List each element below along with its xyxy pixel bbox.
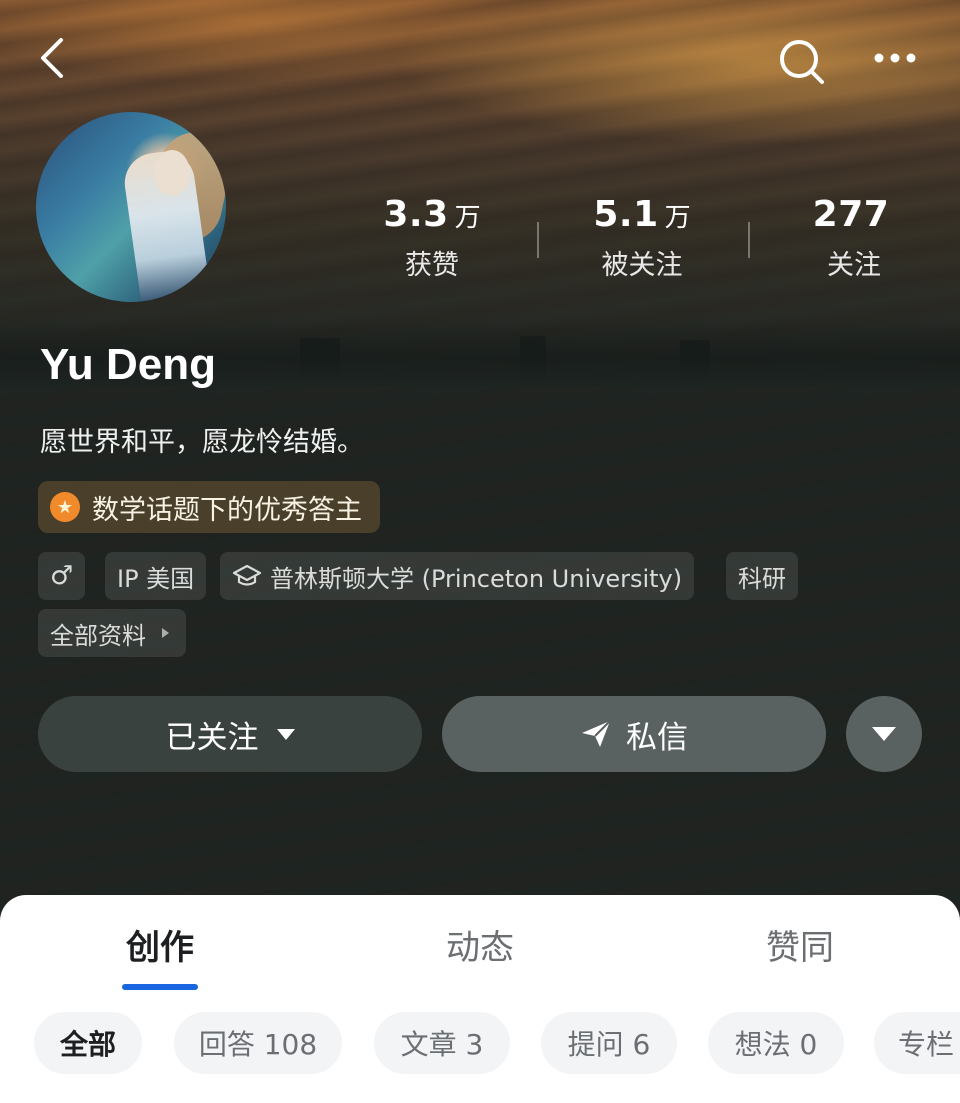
stat-label: 被关注 [601, 250, 683, 281]
stat-label: 获赞 [405, 250, 459, 281]
ip-location-label: IP 美国 [117, 564, 195, 593]
active-tab-indicator [122, 984, 198, 990]
caret-right-icon [162, 628, 169, 638]
graduation-cap-icon [232, 564, 262, 586]
more-actions-button[interactable] [846, 696, 922, 772]
field-chip: 科研 [726, 552, 798, 600]
all-info-link[interactable]: 全部资料 [38, 609, 186, 657]
all-info-label: 全部资料 [50, 621, 146, 650]
profile-bio: 愿世界和平，愿龙怜结婚。 [40, 427, 364, 458]
avatar[interactable] [36, 112, 226, 302]
medal-icon: ★ [50, 492, 80, 522]
filter-all[interactable]: 全部 [34, 1012, 142, 1074]
stat-value: 5.1 [593, 194, 659, 235]
tab-creations[interactable]: 创作 [60, 920, 260, 969]
expert-badge[interactable]: ★ 数学话题下的优秀答主 [38, 481, 380, 533]
stat-followers[interactable]: 5.1 万 被关注 [542, 194, 742, 282]
stat-likes[interactable]: 3.3 万 获赞 [332, 194, 532, 282]
chevron-down-icon [276, 728, 295, 740]
tab-upvotes[interactable]: 赞同 [700, 920, 900, 969]
stat-unit: 万 [454, 203, 481, 233]
school-chip[interactable]: 普林斯顿大学 (Princeton University) [220, 552, 695, 600]
filter-answers[interactable]: 回答 108 [174, 1012, 342, 1074]
stat-value: 277 [812, 194, 890, 235]
stat-unit: 万 [664, 203, 691, 233]
filter-columns[interactable]: 专栏 [874, 1012, 960, 1074]
divider [748, 222, 750, 258]
send-icon [582, 720, 611, 747]
stat-label: 关注 [827, 250, 881, 281]
divider [537, 222, 539, 258]
filter-questions[interactable]: 提问 6 [541, 1012, 677, 1074]
filter-articles[interactable]: 文章 3 [374, 1012, 510, 1074]
filter-thoughts[interactable]: 想法 0 [708, 1012, 844, 1074]
badge-label: 数学话题下的优秀答主 [92, 494, 362, 526]
more-icon[interactable] [868, 36, 922, 80]
message-label: 私信 [626, 719, 688, 756]
message-button[interactable]: 私信 [442, 696, 826, 772]
following-label: 已关注 [165, 719, 259, 756]
search-icon[interactable] [774, 34, 828, 88]
stat-value: 3.3 [383, 194, 449, 235]
profile-name: Yu Deng [40, 340, 217, 389]
school-label: 普林斯顿大学 (Princeton University) [270, 564, 683, 593]
tab-activity[interactable]: 动态 [380, 920, 580, 969]
gender-chip: ♂ [38, 552, 86, 600]
ip-location-chip: IP 美国 [105, 552, 207, 600]
following-button[interactable]: 已关注 [38, 696, 422, 772]
stat-following[interactable]: 277 关注 [754, 194, 954, 282]
male-icon: ♂ [50, 561, 74, 591]
back-icon[interactable] [30, 36, 74, 80]
chevron-down-icon [872, 727, 896, 741]
field-label: 科研 [738, 564, 786, 593]
